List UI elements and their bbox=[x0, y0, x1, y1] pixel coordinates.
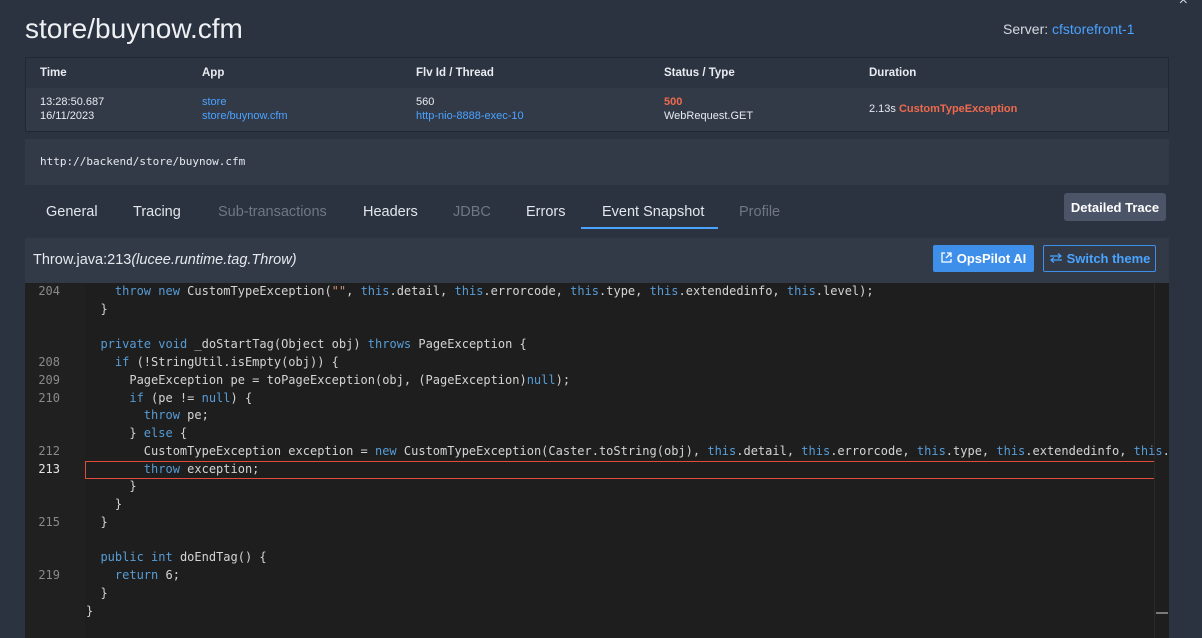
tab-jdbc: JDBC bbox=[453, 204, 491, 220]
line-number: 219 bbox=[38, 568, 60, 582]
swap-arrows-icon bbox=[1049, 251, 1063, 266]
frame-title: Throw.java:213(lucee.runtime.tag.Throw) bbox=[33, 252, 297, 268]
page-title: store/buynow.cfm bbox=[25, 13, 243, 44]
code-line: } bbox=[86, 514, 108, 529]
code-line: public int doEndTag() { bbox=[100, 550, 267, 565]
code-line: } bbox=[86, 603, 94, 618]
switch-theme-button[interactable]: Switch theme bbox=[1043, 245, 1156, 272]
tab-headers[interactable]: Headers bbox=[363, 204, 418, 220]
status-code: 500 bbox=[664, 96, 683, 108]
server-info: Server: cfstorefront-1 bbox=[1003, 21, 1135, 37]
header-flv: Flv Id / Thread bbox=[416, 67, 494, 79]
line-number: 215 bbox=[38, 514, 60, 529]
tab-sub-transactions: Sub-transactions bbox=[218, 204, 327, 220]
tab-tracing[interactable]: Tracing bbox=[133, 204, 181, 220]
line-number: 208 bbox=[38, 355, 60, 369]
app-path-link[interactable]: store/buynow.cfm bbox=[202, 110, 288, 122]
code-line: } bbox=[86, 479, 137, 494]
detailed-trace-button[interactable]: Detailed Trace bbox=[1064, 193, 1166, 221]
frame-location: Throw.java:213 bbox=[33, 252, 132, 268]
source-code-viewer[interactable]: 204 throw new CustomTypeException("", th… bbox=[25, 283, 1169, 638]
code-line: } bbox=[86, 585, 108, 600]
header-status: Status / Type bbox=[664, 67, 735, 79]
vertical-scrollbar[interactable] bbox=[1154, 283, 1169, 638]
opspilot-label: OpsPilot AI bbox=[956, 251, 1027, 266]
line-number: 210 bbox=[38, 390, 60, 405]
server-label: Server: bbox=[1003, 21, 1049, 37]
header-app: App bbox=[202, 67, 225, 79]
header-duration: Duration bbox=[869, 67, 917, 79]
tab-event-snapshot[interactable]: Event Snapshot bbox=[602, 204, 704, 220]
flv-id-value: 560 bbox=[416, 96, 435, 108]
transaction-summary: Time App Flv Id / Thread Status / Type D… bbox=[25, 57, 1169, 132]
code-line: PageException pe = toPageException(obj, … bbox=[86, 372, 571, 387]
active-tab-indicator bbox=[581, 227, 718, 229]
opspilot-button[interactable]: OpsPilot AI bbox=[933, 245, 1034, 272]
close-icon[interactable]: × bbox=[1179, 0, 1188, 10]
code-line: return 6; bbox=[114, 568, 180, 582]
request-type: WebRequest.GET bbox=[664, 110, 754, 122]
tab-general[interactable]: General bbox=[46, 204, 98, 220]
app-link[interactable]: store bbox=[202, 96, 226, 108]
tab-profile: Profile bbox=[739, 204, 781, 220]
external-link-icon bbox=[941, 251, 952, 266]
request-url: http://backend/store/buynow.cfm bbox=[25, 139, 1169, 185]
frame-class: (lucee.runtime.tag.Throw) bbox=[131, 252, 297, 268]
thread-link[interactable]: http-nio-8888-exec-10 bbox=[416, 110, 524, 122]
line-number-gutter bbox=[25, 283, 85, 638]
code-line: if (!StringUtil.isEmpty(obj)) { bbox=[114, 355, 339, 369]
code-line: throw pe; bbox=[143, 408, 209, 423]
line-number: 204 bbox=[38, 284, 60, 298]
line-number: 212 bbox=[38, 443, 60, 458]
line-number: 213 bbox=[38, 461, 60, 476]
code-line: throw new CustomTypeException("", this.d… bbox=[114, 284, 874, 298]
date-value: 16/11/2023 bbox=[40, 110, 95, 122]
header-time: Time bbox=[40, 67, 67, 79]
exception-link[interactable]: CustomTypeException bbox=[899, 103, 1017, 115]
code-line: CustomTypeException exception = new Cust… bbox=[86, 443, 1169, 458]
code-line: if (pe != null) { bbox=[129, 390, 253, 405]
duration-value: 2.13s bbox=[869, 103, 896, 115]
code-line: } bbox=[86, 301, 108, 316]
line-number: 209 bbox=[38, 372, 60, 387]
server-link[interactable]: cfstorefront-1 bbox=[1052, 21, 1134, 37]
code-line: private void _doStartTag(Object obj) thr… bbox=[100, 337, 527, 352]
duration-cell: 2.13s CustomTypeException bbox=[869, 103, 1017, 115]
switch-theme-label: Switch theme bbox=[1066, 251, 1151, 266]
frame-header: Throw.java:213(lucee.runtime.tag.Throw) … bbox=[25, 238, 1169, 283]
code-line: throw exception; bbox=[143, 461, 260, 476]
code-line: } bbox=[86, 497, 123, 511]
tab-errors[interactable]: Errors bbox=[526, 204, 565, 220]
code-line: } else { bbox=[86, 426, 188, 440]
time-value: 13:28:50.687 bbox=[40, 96, 105, 108]
